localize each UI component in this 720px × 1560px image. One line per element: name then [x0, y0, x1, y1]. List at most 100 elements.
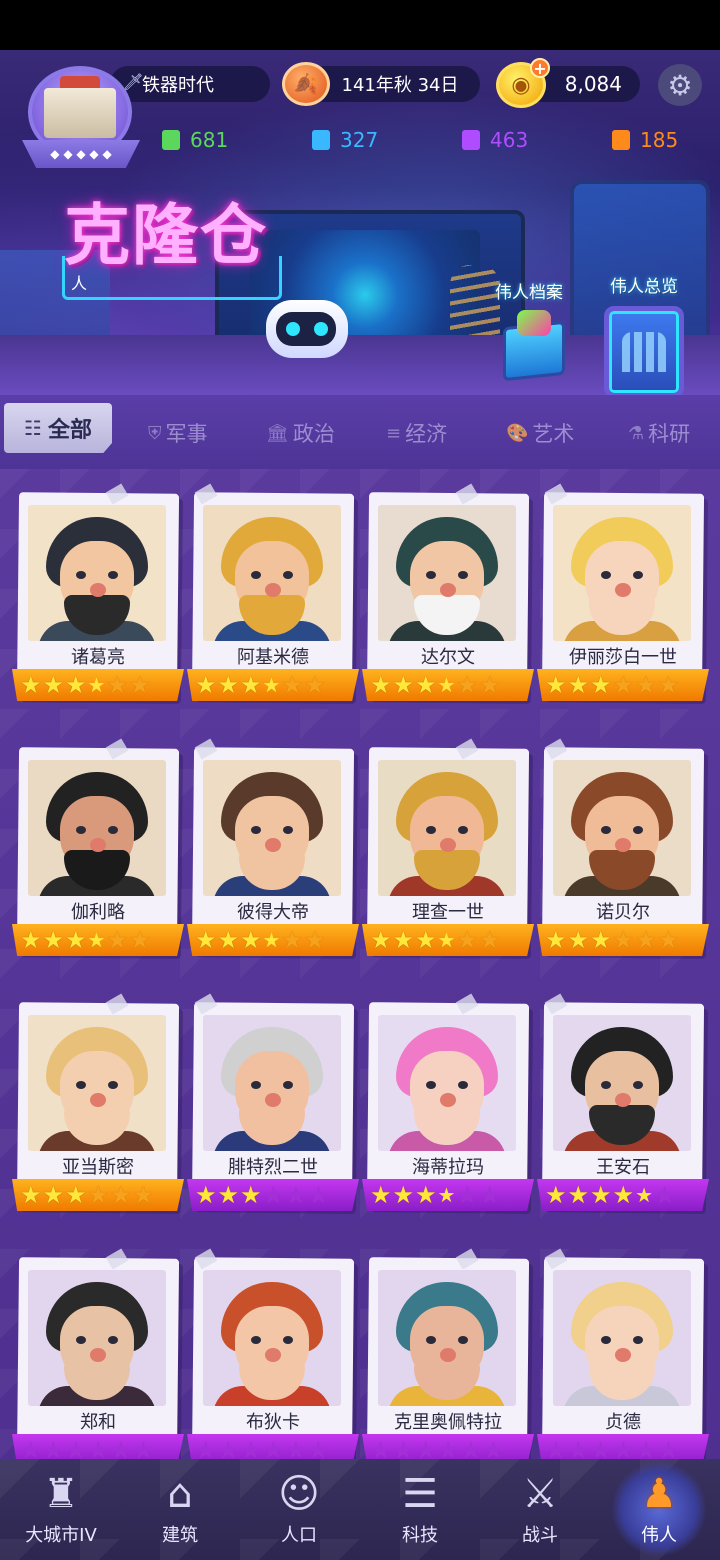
star-icon: ★ [657, 926, 680, 954]
nav-item-book[interactable]: ☰ 科技 [365, 1469, 475, 1555]
star-rating: ★ ★ ★ ★ ★ ★ [187, 1434, 359, 1459]
great-person-name: 腓特烈二世 [228, 1157, 318, 1178]
portrait-eye [251, 1081, 261, 1089]
portrait-eye [633, 571, 643, 579]
add-coins-button[interactable]: + [530, 58, 550, 78]
star-rating: ★ ★ ★ ★ ★ ★ [537, 1179, 709, 1211]
star-icon: ★ [281, 926, 303, 954]
book-icon: ☰ [402, 1471, 438, 1517]
portrait-eye [251, 1336, 261, 1344]
portrait-eye [283, 571, 293, 579]
crossed-swords-icon: ⚔ [522, 1471, 558, 1517]
great-person-name: 布狄卡 [246, 1412, 300, 1433]
star-icon: ★ [654, 1181, 676, 1209]
portrait-image [378, 505, 516, 641]
great-person-card[interactable]: 彼得大帝 ★ ★ ★ ★ ★ ★ [187, 738, 359, 968]
portrait-image [203, 505, 341, 641]
date-label: 141年秋 34日 [341, 75, 459, 96]
palette-icon: 🎨 [506, 422, 529, 444]
resource-value: 681 [190, 128, 229, 152]
star-icon: ★ [392, 1436, 415, 1459]
tab-all[interactable]: ☷ 全部 [4, 403, 112, 453]
star-icon: ★ [20, 1436, 42, 1459]
star-icon: ★ [479, 926, 501, 954]
robot-base [262, 296, 350, 368]
star-icon: ★ [612, 671, 635, 699]
tab-art[interactable]: 🎨 艺术 [506, 413, 574, 453]
star-icon: ★ [612, 1436, 635, 1459]
star-icon: ★ [87, 1181, 110, 1209]
great-person-card[interactable]: 阿基米德 ★ ★ ★ ★ ★ ★ [187, 483, 359, 713]
star-icon: ★ [590, 671, 612, 699]
star-icon: ★ [42, 671, 65, 699]
great-person-card[interactable]: 理查一世 ★ ★ ★ ★ ★ ★ [362, 738, 534, 968]
star-icon: ★ [460, 1436, 482, 1459]
star-icon: ★ [262, 928, 281, 952]
nav-item-house[interactable]: ⌂ 建筑 [125, 1469, 235, 1555]
portrait-eye [426, 826, 436, 834]
nav-item-crossed-swords[interactable]: ⚔ 战斗 [485, 1469, 595, 1555]
portrait-image [28, 1015, 166, 1151]
archive-gem-icon [517, 310, 551, 336]
great-person-card[interactable]: 亚当斯密 ★ ★ ★ ★ ★ ★ [12, 993, 184, 1223]
great-person-card[interactable]: 达尔文 ★ ★ ★ ★ ★ ★ [362, 483, 534, 713]
great-person-card[interactable]: 诸葛亮 ★ ★ ★ ★ ★ ★ [12, 483, 184, 713]
star-icon: ★ [240, 671, 262, 699]
great-person-name: 阿基米德 [237, 647, 309, 668]
coin-amount: 8,084 [564, 72, 622, 96]
nav-item-person[interactable]: ☺ 人口 [244, 1469, 354, 1555]
nav-item-great-person[interactable]: ♟ 伟人 [604, 1469, 714, 1555]
star-icon: ★ [307, 1181, 330, 1209]
great-person-card[interactable]: 伽利略 ★ ★ ★ ★ ★ ★ [12, 738, 184, 968]
resource-value: 185 [640, 128, 679, 152]
star-icon: ★ [415, 671, 437, 699]
star-icon: ★ [590, 926, 612, 954]
great-person-overview-button[interactable]: 伟人总览 [600, 272, 700, 398]
portrait-nose [265, 1093, 281, 1107]
great-person-archive-button[interactable]: 伟人档案 [495, 278, 585, 402]
person-icon: ☺ [278, 1471, 320, 1517]
great-person-card[interactable]: 贞德 ★ ★ ★ ★ ★ ★ [537, 1248, 709, 1459]
great-person-card[interactable]: 腓特烈二世 ★ ★ ★ ★ ★ ★ [187, 993, 359, 1223]
portrait-nose [265, 583, 281, 597]
tab-politics[interactable]: 🏛 政治 [266, 413, 335, 453]
great-person-name: 贞德 [605, 1412, 641, 1433]
star-icon: ★ [65, 671, 87, 699]
star-rating: ★ ★ ★ ★ ★ ★ [537, 924, 709, 956]
portrait-eye [283, 826, 293, 834]
portrait-nose [615, 1348, 631, 1362]
portrait-eye [108, 1081, 118, 1089]
great-person-card[interactable]: 布狄卡 ★ ★ ★ ★ ★ ★ [187, 1248, 359, 1459]
tab-economy[interactable]: ≡ 经济 [386, 413, 447, 453]
autumn-leaf-icon[interactable]: 🍂 [282, 62, 330, 106]
blue-crate-icon [312, 130, 330, 150]
great-person-card[interactable]: 伊丽莎白一世 ★ ★ ★ ★ ★ ★ [537, 483, 709, 713]
settings-gear-icon[interactable]: ⚙ [658, 64, 702, 106]
portrait-eye [458, 571, 468, 579]
great-person-card[interactable]: 海蒂拉玛 ★ ★ ★ ★ ★ ★ [362, 993, 534, 1223]
star-rating: ★ ★ ★ ★ ★ ★ [537, 669, 709, 701]
nav-item-castle[interactable]: ♜ 大城市IV [6, 1469, 116, 1555]
nav-label: 科技 [402, 1525, 438, 1546]
portrait-image [553, 1015, 691, 1151]
star-icon: ★ [456, 671, 478, 699]
resource-orange: 185 [612, 128, 678, 152]
star-icon: ★ [437, 928, 456, 952]
portrait-eye [251, 826, 261, 834]
portrait-nose [90, 583, 106, 597]
great-person-card[interactable]: 王安石 ★ ★ ★ ★ ★ ★ [537, 993, 709, 1223]
star-icon: ★ [370, 926, 392, 954]
resource-value: 463 [490, 128, 529, 152]
tab-military[interactable]: ⛨ 军事 [148, 413, 208, 453]
great-person-card[interactable]: 克里奥佩特拉 ★ ★ ★ ★ ★ ★ [362, 1248, 534, 1459]
star-icon: ★ [240, 926, 262, 954]
great-person-card[interactable]: 诺贝尔 ★ ★ ★ ★ ★ ★ [537, 738, 709, 968]
star-icon: ★ [281, 671, 303, 699]
star-rating: ★ ★ ★ ★ ★ ★ [12, 669, 184, 701]
portrait-image [378, 1270, 516, 1406]
portrait-eye [283, 1081, 293, 1089]
star-icon: ★ [20, 926, 42, 954]
great-person-card[interactable]: 郑和 ★ ★ ★ ★ ★ ★ [12, 1248, 184, 1459]
tab-science[interactable]: ⚗ 科研 [628, 413, 690, 453]
great-person-name: 伽利略 [71, 902, 125, 923]
